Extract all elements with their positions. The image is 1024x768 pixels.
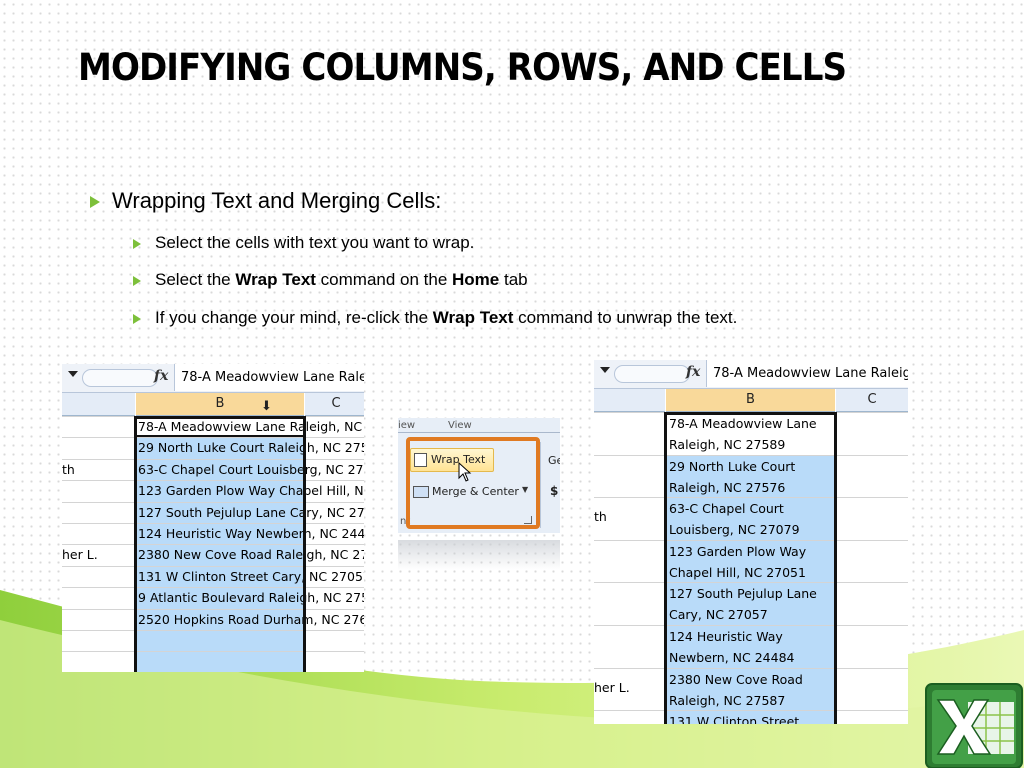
tab-label-2[interactable]: View [448, 420, 472, 431]
sub3-text-b: Wrap Text [432, 308, 514, 327]
row-a-cell[interactable]: th [594, 509, 665, 524]
sub3-text-c: command to unwrap the text. [513, 308, 738, 327]
wrap-text-highlight-frame [406, 437, 540, 529]
active-cell-border [134, 416, 306, 438]
row-a-cell[interactable]: her L. [62, 547, 135, 562]
excel-logo-icon [925, 683, 1023, 768]
sub2-text-a: Select the [155, 270, 236, 289]
bullet-main-text: Wrapping Text and Merging Cells: [112, 188, 442, 213]
bullet-triangle-icon [90, 196, 100, 209]
selection-border [664, 412, 837, 724]
formula-bar: fx 78-A Meadowview Lane Raleigh, NC 2758… [62, 364, 364, 393]
chevron-down-icon[interactable] [68, 371, 78, 377]
column-b-label: B [215, 396, 225, 411]
bullet-triangle-icon [133, 275, 141, 286]
tab-label-1[interactable]: iew [398, 420, 415, 431]
fx-icon[interactable]: fx [154, 368, 168, 384]
slide-title: MODIFYING COLUMNS, ROWS, AND CELLS [78, 46, 847, 89]
sub-bullet-1: Select the cells with text you want to w… [133, 233, 474, 253]
formula-input[interactable]: 78-A Meadowview Lane Raleigh, NC 27589 [706, 360, 908, 387]
column-header-c[interactable]: C [836, 389, 908, 412]
sub-bullet-2: Select the Wrap Text command on the Home… [133, 270, 528, 290]
bullet-main: Wrapping Text and Merging Cells: [90, 188, 441, 214]
spreadsheet-after: fx 78-A Meadowview Lane Raleigh, NC 2758… [594, 360, 908, 724]
currency-button[interactable]: $ [550, 484, 558, 498]
sub-bullet-1-text: Select the cells with text you want to w… [155, 233, 475, 252]
sub2-text-e: tab [499, 270, 528, 289]
formula-input[interactable]: 78-A Meadowview Lane Raleigh, NC 27589 [174, 364, 364, 391]
column-header-c[interactable]: C [305, 393, 364, 416]
selection-border [134, 416, 306, 672]
sub-bullet-3: If you change your mind, re-click the Wr… [133, 308, 737, 328]
row-a-cell[interactable]: her L. [594, 680, 665, 695]
column-header-b[interactable]: B ⬇ [136, 393, 304, 416]
name-box[interactable] [614, 365, 690, 383]
ribbon-reflection [398, 540, 560, 570]
bullet-triangle-icon [133, 313, 141, 324]
column-header-a[interactable] [594, 389, 665, 412]
spreadsheet-before: fx 78-A Meadowview Lane Raleigh, NC 2758… [62, 364, 364, 672]
sub2-text-d: Home [452, 270, 500, 289]
column-header-a[interactable] [62, 393, 135, 416]
general-format-label: Ge [548, 454, 560, 467]
fx-icon[interactable]: fx [686, 364, 700, 380]
bullet-triangle-icon [133, 238, 141, 249]
row-a-cell[interactable]: th [62, 462, 135, 477]
sub3-text-a: If you change your mind, re-click the [155, 308, 433, 327]
name-box[interactable] [82, 369, 158, 387]
column-header-b[interactable]: B [666, 389, 835, 412]
sub2-text-b: Wrap Text [235, 270, 316, 289]
sub2-text-c: command on the [315, 270, 453, 289]
chevron-down-icon[interactable] [600, 367, 610, 373]
arrow-down-icon: ⬇ [261, 399, 272, 414]
formula-bar: fx 78-A Meadowview Lane Raleigh, NC 2758… [594, 360, 908, 389]
